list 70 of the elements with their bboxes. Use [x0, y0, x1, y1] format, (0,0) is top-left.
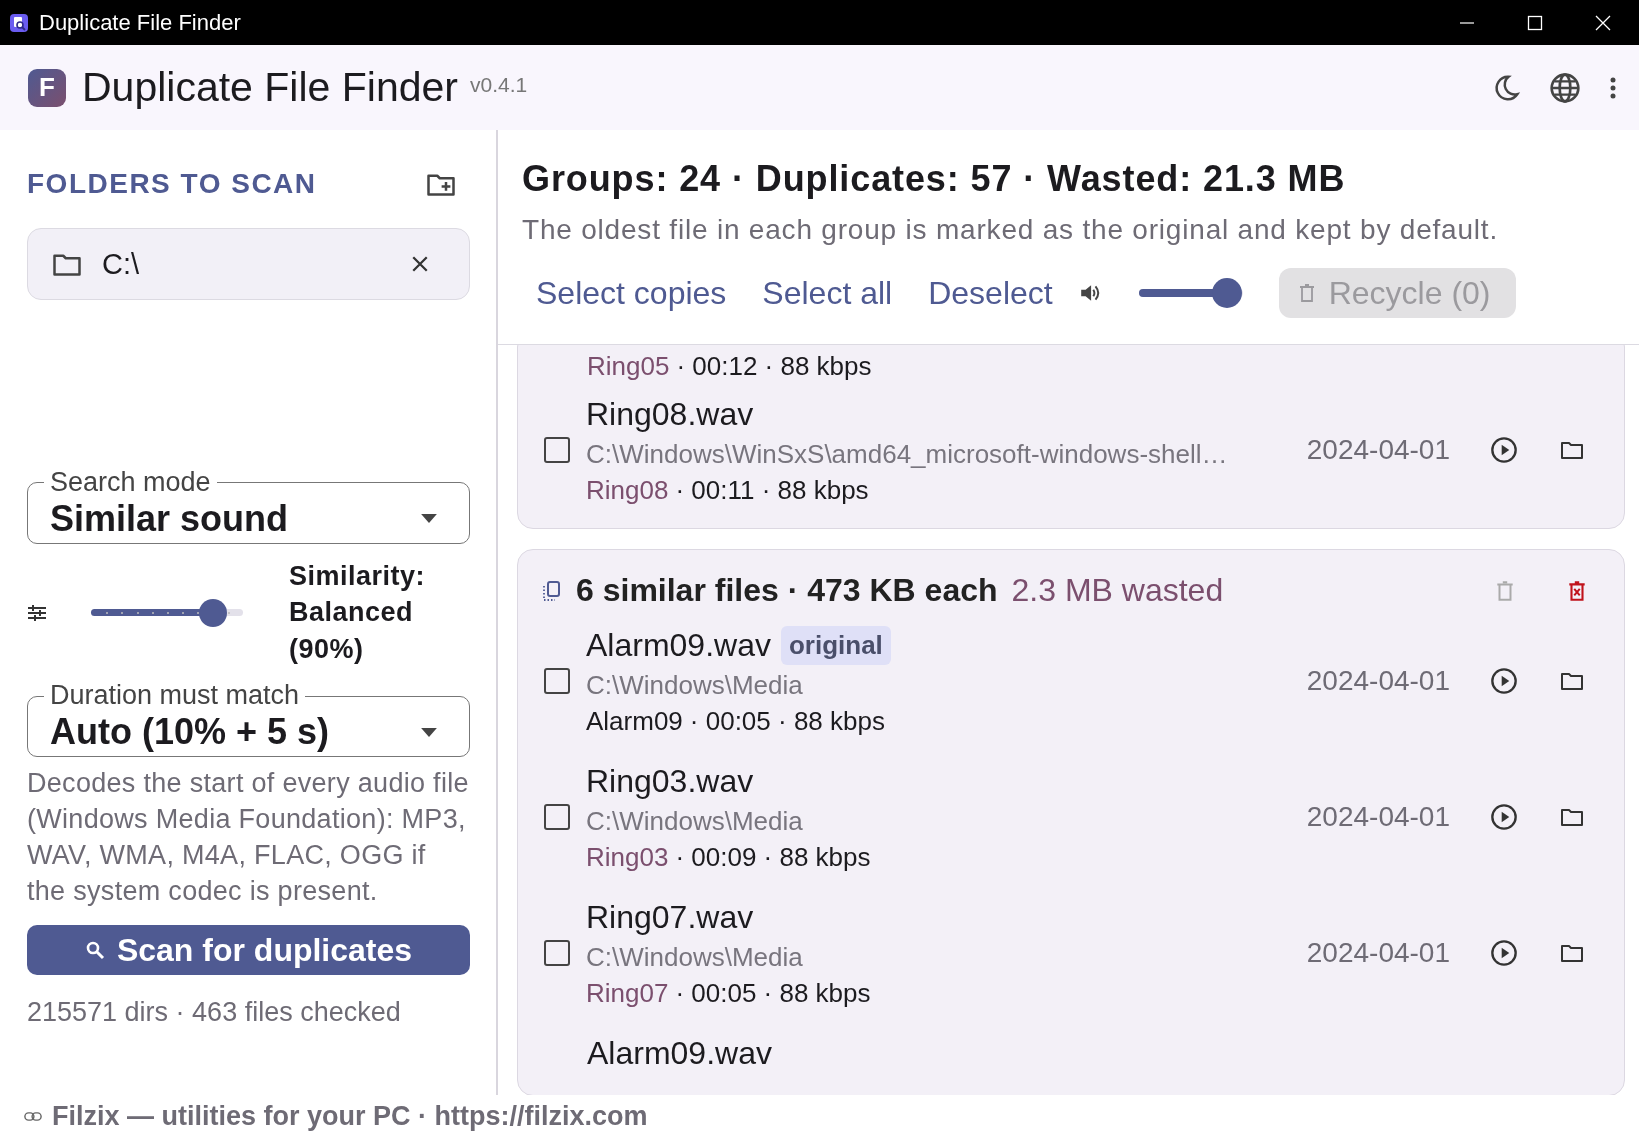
action-button[interactable]: Select copies [522, 274, 741, 312]
folder-path: C:\ [102, 247, 141, 281]
version-label: v0.4.1 [470, 72, 528, 97]
duration-select[interactable]: Duration must match Auto (10% + 5 s) [27, 681, 470, 758]
file-date: 2024-04-01 [1306, 801, 1450, 833]
globe-icon[interactable] [1549, 71, 1581, 104]
file-details: · 00:12 · 88 kbps [676, 350, 872, 383]
link-icon [24, 1112, 42, 1121]
similarity-slider[interactable] [91, 598, 243, 627]
scan-status: 215571 dirs · 463 files checked [27, 997, 402, 1029]
search-mode-select[interactable]: Search mode Similar sound [27, 468, 470, 544]
footer-text: Filzix — utilities for your PC · https://filzix.com [52, 1101, 648, 1132]
checkbox[interactable] [544, 940, 570, 966]
file-path: C:\Windows\Media [586, 805, 804, 838]
track-title: Alarm09 [586, 705, 683, 738]
file-details: · 00:09 · 88 kbps [675, 841, 871, 874]
folder-icon[interactable] [1560, 440, 1584, 460]
file-name: Ring07.wav [586, 898, 754, 937]
help-text: Decodes the start of every audio file (Windows Media Foundation): MP3, WAV, WMA, M4A, FLAC, OGG if the system codec is present. [27, 767, 470, 909]
delete-all-icon[interactable] [1568, 579, 1586, 602]
action-button[interactable]: Select all [748, 274, 907, 312]
app-logo: F [28, 68, 66, 107]
track-title: Ring03 [586, 841, 669, 874]
trash-icon [1298, 283, 1315, 303]
close-icon[interactable] [411, 255, 429, 273]
scan-button[interactable]: Scan for duplicates [27, 925, 470, 976]
file-name: Ring08.wav [586, 395, 754, 434]
window-title: Duplicate File Finder [39, 9, 241, 36]
file-date: 2024-04-01 [1306, 937, 1450, 969]
file-details: · 00:05 · 88 kbps [675, 977, 871, 1010]
copy-icon [542, 579, 562, 602]
folder-icon[interactable] [1560, 943, 1584, 963]
action-button[interactable]: Deselect [914, 274, 1067, 312]
track-title: Ring08 [586, 474, 669, 507]
original-tag: original [780, 625, 891, 665]
search-icon [84, 940, 105, 961]
file-details: · 00:11 · 88 kbps [675, 474, 869, 507]
app-title: Duplicate File Finder [82, 64, 458, 111]
file-date: 2024-04-01 [1306, 665, 1450, 697]
dropdown-caret-icon [421, 727, 437, 737]
dropdown-caret-icon [421, 514, 437, 524]
checkbox[interactable] [544, 437, 570, 463]
track-title: Ring07 [586, 977, 669, 1010]
folder-icon[interactable] [1560, 671, 1584, 691]
wasted-size: 2.3 MB wasted [1011, 572, 1224, 609]
similarity-label: Similarity: Balanced (90%) [289, 560, 427, 666]
play-icon[interactable] [1490, 436, 1518, 464]
file-name: Alarm09.wav [586, 626, 771, 665]
maximize-icon[interactable] [1527, 14, 1543, 31]
play-icon[interactable] [1490, 667, 1518, 695]
file-date: 2024-04-01 [1306, 434, 1450, 466]
play-icon[interactable] [1490, 803, 1518, 831]
volume-slider[interactable] [1138, 278, 1243, 308]
file-path: C:\Windows\WinSxS\amd64_microsoft-windows-shell… [586, 438, 1229, 471]
play-icon[interactable] [1490, 939, 1518, 967]
file-details: · 00:05 · 88 kbps [689, 705, 885, 738]
section-heading: FOLDERS TO SCAN [27, 168, 317, 200]
summary-heading: Groups: 24 · Duplicates: 57 · Wasted: 21.3 MB [522, 158, 1347, 200]
checkbox[interactable] [544, 804, 570, 830]
app-icon [9, 12, 29, 33]
tune-icon [27, 603, 47, 622]
file-path: C:\Windows\Media [586, 941, 804, 974]
summary-subtitle: The oldest file in each group is marked as the original and kept by default. [522, 214, 1499, 246]
track-title: Ring05 [587, 350, 670, 383]
file-name: Ring03.wav [586, 762, 754, 801]
file-name: Alarm09.wav [587, 1034, 772, 1073]
group-title: 6 similar files · 473 KB each [576, 572, 998, 609]
checkbox[interactable] [544, 668, 570, 694]
folder-icon[interactable] [1560, 807, 1584, 827]
file-path: C:\Windows\Media [586, 669, 804, 702]
